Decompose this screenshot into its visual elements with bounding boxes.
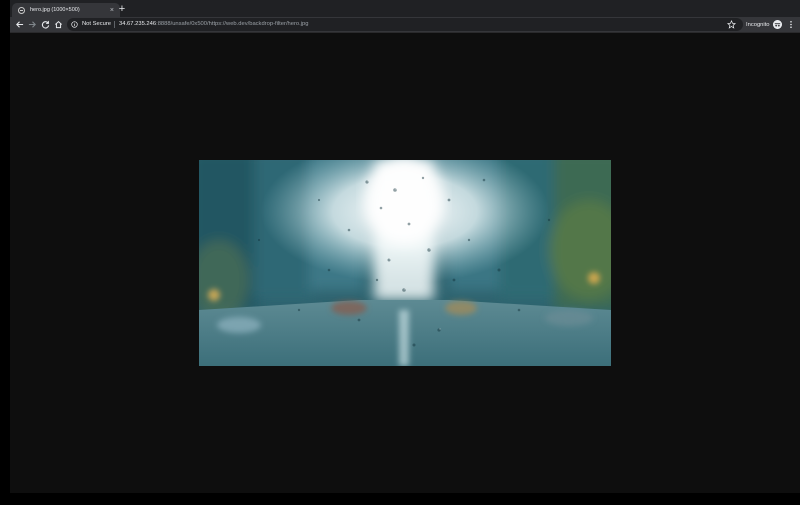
more-menu-icon[interactable] xyxy=(788,20,794,29)
tab-title: hero.jpg (1000×500) xyxy=(30,7,80,13)
security-status[interactable]: Not Secure xyxy=(82,20,111,29)
toolbar: Not Secure 34.67.235.246:8888/unsafe/0x5… xyxy=(10,17,800,33)
address-bar[interactable]: Not Secure 34.67.235.246:8888/unsafe/0x5… xyxy=(67,18,743,31)
tab-strip: hero.jpg (1000×500) × + xyxy=(10,0,800,17)
url-text[interactable]: 34.67.235.246:8888/unsafe/0x500/https://… xyxy=(119,20,309,29)
browser-window: hero.jpg (1000×500) × + Not Secure 34.67… xyxy=(10,0,800,493)
url-path: :8888/unsafe/0x500/https://web.dev/backd… xyxy=(156,21,309,27)
incognito-icon[interactable] xyxy=(773,20,782,29)
globe-icon xyxy=(18,6,25,14)
info-icon[interactable] xyxy=(71,21,78,28)
star-icon[interactable] xyxy=(727,20,736,29)
rainy-city-street-photo xyxy=(199,160,611,366)
incognito-label[interactable]: Incognito xyxy=(746,21,770,29)
url-host: 34.67.235.246 xyxy=(119,21,157,27)
forward-arrow-icon[interactable] xyxy=(28,20,37,29)
new-tab-button[interactable]: + xyxy=(117,4,127,15)
page-viewport xyxy=(10,33,800,493)
close-icon[interactable]: × xyxy=(110,7,114,14)
hero-image xyxy=(199,160,611,366)
reload-icon[interactable] xyxy=(41,20,50,29)
back-arrow-icon[interactable] xyxy=(15,20,24,29)
tab-hero-jpg[interactable]: hero.jpg (1000×500) × xyxy=(12,3,120,17)
home-icon[interactable] xyxy=(54,20,63,29)
omnibox-divider xyxy=(114,21,115,28)
